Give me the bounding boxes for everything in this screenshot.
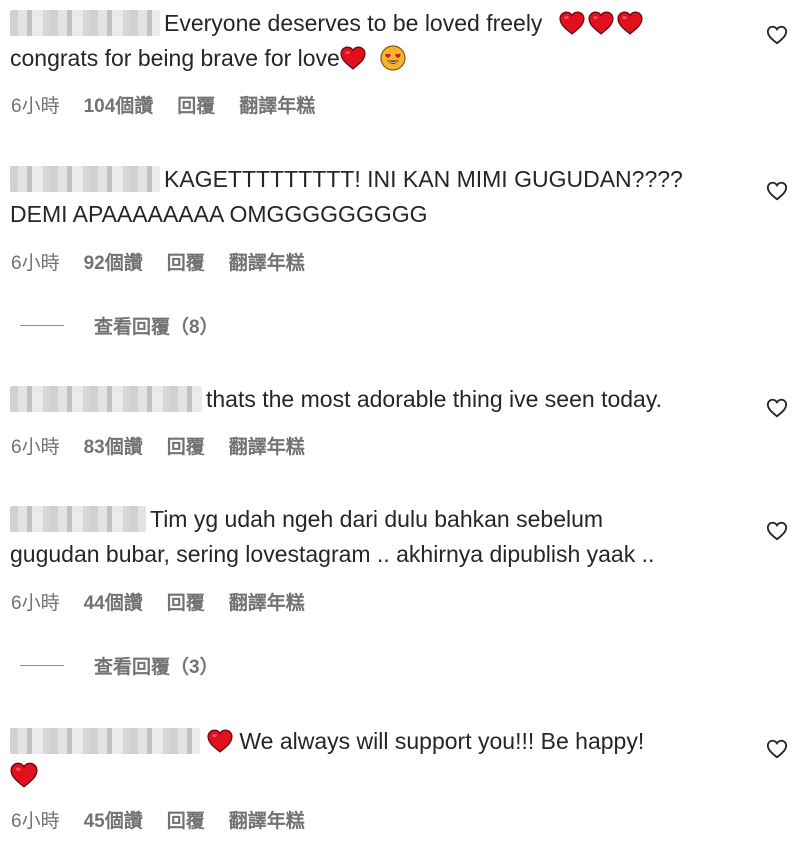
comment-text-line1: thats the most adorable thing ive seen t… xyxy=(206,386,663,412)
reply-button[interactable]: 回覆 xyxy=(167,248,205,275)
red-heart-emoji xyxy=(207,729,233,753)
comment-meta: 6小時 92個讚 回覆 翻譯年糕 xyxy=(11,248,329,275)
username-blurred[interactable] xyxy=(10,506,146,532)
comment-time: 6小時 xyxy=(11,437,60,458)
comment-body: Everyone deserves to be loved freely con… xyxy=(10,6,755,76)
comment-text-line2: gugudan bubar, sering lovestagram .. akh… xyxy=(10,541,655,567)
comment-body: We always will support you!!! Be happy! xyxy=(10,724,755,794)
comment-time: 6小時 xyxy=(11,811,60,832)
red-heart-emoji xyxy=(559,11,585,35)
username-blurred[interactable] xyxy=(10,166,160,192)
comment-text-line1: Everyone deserves to be loved freely xyxy=(164,10,543,36)
heart-outline-icon[interactable] xyxy=(766,24,788,46)
comment-text-line2: DEMI APAAAAAAAA OMGGGGGGGGG xyxy=(10,201,428,227)
translate-button[interactable]: 翻譯年糕 xyxy=(229,248,305,275)
comment-text-line1: Tim yg udah ngeh dari dulu bahkan sebelu… xyxy=(150,506,604,532)
comment-text-line2: congrats for being brave for love xyxy=(10,45,340,71)
comment-likes[interactable]: 104個讚 xyxy=(84,91,154,118)
comment-likes[interactable]: 83個讚 xyxy=(84,432,143,459)
heart-eyes-emoji xyxy=(380,45,406,71)
view-replies-button[interactable]: 查看回覆（8） xyxy=(20,312,219,339)
red-heart-emoji xyxy=(10,762,38,788)
username-blurred[interactable] xyxy=(10,728,200,754)
comment-meta: 6小時 83個讚 回覆 翻譯年糕 xyxy=(11,432,329,459)
comment-body: thats the most adorable thing ive seen t… xyxy=(10,382,755,417)
heart-outline-icon[interactable] xyxy=(766,738,788,760)
reply-button[interactable]: 回覆 xyxy=(167,806,205,833)
divider-line xyxy=(20,325,64,326)
comment-text-line1: We always will support you!!! Be happy! xyxy=(239,728,645,754)
divider-line xyxy=(20,665,64,666)
translate-button[interactable]: 翻譯年糕 xyxy=(229,432,305,459)
red-heart-emoji xyxy=(617,11,643,35)
heart-outline-icon[interactable] xyxy=(766,520,788,542)
comment-body: Tim yg udah ngeh dari dulu bahkan sebelu… xyxy=(10,502,755,572)
username-blurred[interactable] xyxy=(10,10,160,36)
red-heart-emoji xyxy=(340,46,366,70)
translate-button[interactable]: 翻譯年糕 xyxy=(229,806,305,833)
heart-outline-icon[interactable] xyxy=(766,180,788,202)
comment-time: 6小時 xyxy=(11,593,60,614)
heart-outline-icon[interactable] xyxy=(766,397,788,419)
comment-meta: 6小時 45個讚 回覆 翻譯年糕 xyxy=(11,806,329,833)
reply-button[interactable]: 回覆 xyxy=(167,432,205,459)
comment-likes[interactable]: 45個讚 xyxy=(84,806,143,833)
comment-time: 6小時 xyxy=(11,253,60,274)
translate-button[interactable]: 翻譯年糕 xyxy=(229,588,305,615)
comment-meta: 6小時 104個讚 回覆 翻譯年糕 xyxy=(11,91,339,118)
reply-button[interactable]: 回覆 xyxy=(177,91,215,118)
red-heart-emoji xyxy=(588,11,614,35)
comment-time: 6小時 xyxy=(11,96,60,117)
reply-button[interactable]: 回覆 xyxy=(167,588,205,615)
view-replies-label[interactable]: 查看回覆（3） xyxy=(94,652,219,679)
comment-likes[interactable]: 92個讚 xyxy=(84,248,143,275)
comment-meta: 6小時 44個讚 回覆 翻譯年糕 xyxy=(11,588,329,615)
view-replies-label[interactable]: 查看回覆（8） xyxy=(94,312,219,339)
comment-likes[interactable]: 44個讚 xyxy=(84,588,143,615)
translate-button[interactable]: 翻譯年糕 xyxy=(239,91,315,118)
comment-text-line1: KAGETTTTTTTTT! INI KAN MIMI GUGUDAN???? xyxy=(164,166,683,192)
view-replies-button[interactable]: 查看回覆（3） xyxy=(20,652,219,679)
comment-body: KAGETTTTTTTTT! INI KAN MIMI GUGUDAN???? … xyxy=(10,162,755,232)
username-blurred[interactable] xyxy=(10,386,202,412)
